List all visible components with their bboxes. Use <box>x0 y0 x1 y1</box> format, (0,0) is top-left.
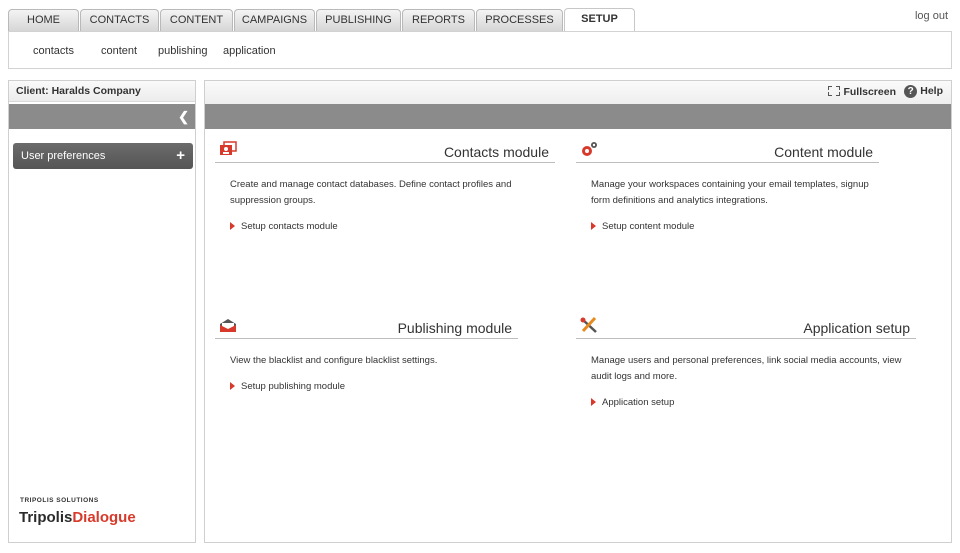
module-link-label: Setup content module <box>602 221 695 232</box>
fullscreen-label: Fullscreen <box>843 86 896 98</box>
tab-campaigns[interactable]: CAMPAIGNS <box>234 9 315 31</box>
main-toolbar: Fullscreen ? Help <box>205 81 951 104</box>
brand-logo: TripolisDialogue <box>19 509 136 526</box>
setup-contacts-link[interactable]: Setup contacts module <box>215 221 555 232</box>
sidebar-item-user-preferences[interactable]: User preferences + <box>13 143 193 169</box>
setup-publishing-link[interactable]: Setup publishing module <box>215 381 518 392</box>
module-title: Content module <box>774 144 873 160</box>
module-link-label: Application setup <box>602 397 675 408</box>
tab-setup[interactable]: SETUP <box>564 8 635 32</box>
sub-navigation: contacts content publishing application <box>8 31 952 69</box>
module-link-label: Setup contacts module <box>241 221 338 232</box>
main-tab-bar: HOME CONTACTS CONTENT CAMPAIGNS PUBLISHI… <box>0 0 960 32</box>
tab-reports[interactable]: REPORTS <box>402 9 475 31</box>
gears-icon <box>582 142 597 156</box>
tab-publishing[interactable]: PUBLISHING <box>316 9 401 31</box>
module-description: Manage your workspaces containing your e… <box>591 179 869 206</box>
chevron-left-icon[interactable]: ❮ <box>178 109 189 125</box>
module-header: Content module <box>576 141 879 163</box>
tab-processes[interactable]: PROCESSES <box>476 9 563 31</box>
setup-content-link[interactable]: Setup content module <box>576 221 879 232</box>
subnav-publishing[interactable]: publishing <box>158 45 208 57</box>
content-module-card: Content module Manage your workspaces co… <box>576 141 879 232</box>
main-panel: Fullscreen ? Help Contacts module Create … <box>204 80 952 543</box>
arrow-right-icon <box>591 222 596 230</box>
module-header: Application setup <box>576 317 916 339</box>
subnav-contacts[interactable]: contacts <box>33 45 74 57</box>
tab-content[interactable]: CONTENT <box>160 9 233 31</box>
module-description: Create and manage contact databases. Def… <box>230 179 512 206</box>
module-title: Contacts module <box>443 144 549 160</box>
module-description: View the blacklist and configure blackli… <box>230 355 438 366</box>
fullscreen-icon <box>828 86 841 96</box>
brand-logo-part2: Dialogue <box>72 509 136 526</box>
application-setup-link[interactable]: Application setup <box>576 397 916 408</box>
module-header: Publishing module <box>215 317 518 339</box>
arrow-right-icon <box>591 398 596 406</box>
module-link-label: Setup publishing module <box>241 381 346 392</box>
module-title: Application setup <box>803 320 910 336</box>
contacts-icon <box>220 141 237 155</box>
plus-icon[interactable]: + <box>176 143 185 169</box>
subnav-application[interactable]: application <box>223 45 276 57</box>
arrow-right-icon <box>230 382 235 390</box>
client-label: Client: Haralds Company <box>9 81 195 102</box>
fullscreen-button[interactable]: Fullscreen <box>828 86 896 98</box>
module-header: Contacts module <box>215 141 555 163</box>
publishing-module-card: Publishing module View the blacklist and… <box>215 317 518 392</box>
arrow-right-icon <box>230 222 235 230</box>
tools-icon <box>580 317 597 333</box>
help-icon: ? <box>904 85 918 98</box>
contacts-module-card: Contacts module Create and manage contac… <box>215 141 555 232</box>
module-description: Manage users and personal preferences, l… <box>591 355 902 382</box>
brand-logo-part1: Tripolis <box>19 509 73 526</box>
help-button[interactable]: ? Help <box>904 85 943 98</box>
subnav-content[interactable]: content <box>101 45 137 57</box>
logout-link[interactable]: log out <box>915 10 948 22</box>
tab-home[interactable]: HOME <box>8 9 79 31</box>
brand-company: TRIPOLIS SOLUTIONS <box>20 497 99 504</box>
application-setup-card: Application setup Manage users and perso… <box>576 317 916 408</box>
left-sidebar: Client: Haralds Company ❮ User preferenc… <box>8 80 196 543</box>
mail-icon <box>220 319 236 332</box>
module-title: Publishing module <box>397 320 512 336</box>
tab-contacts[interactable]: CONTACTS <box>80 9 159 31</box>
sidebar-item-label: User preferences <box>21 150 106 162</box>
help-label: Help <box>920 85 943 97</box>
main-header-bar <box>205 104 951 129</box>
sidebar-toolbar: ❮ <box>9 104 195 129</box>
